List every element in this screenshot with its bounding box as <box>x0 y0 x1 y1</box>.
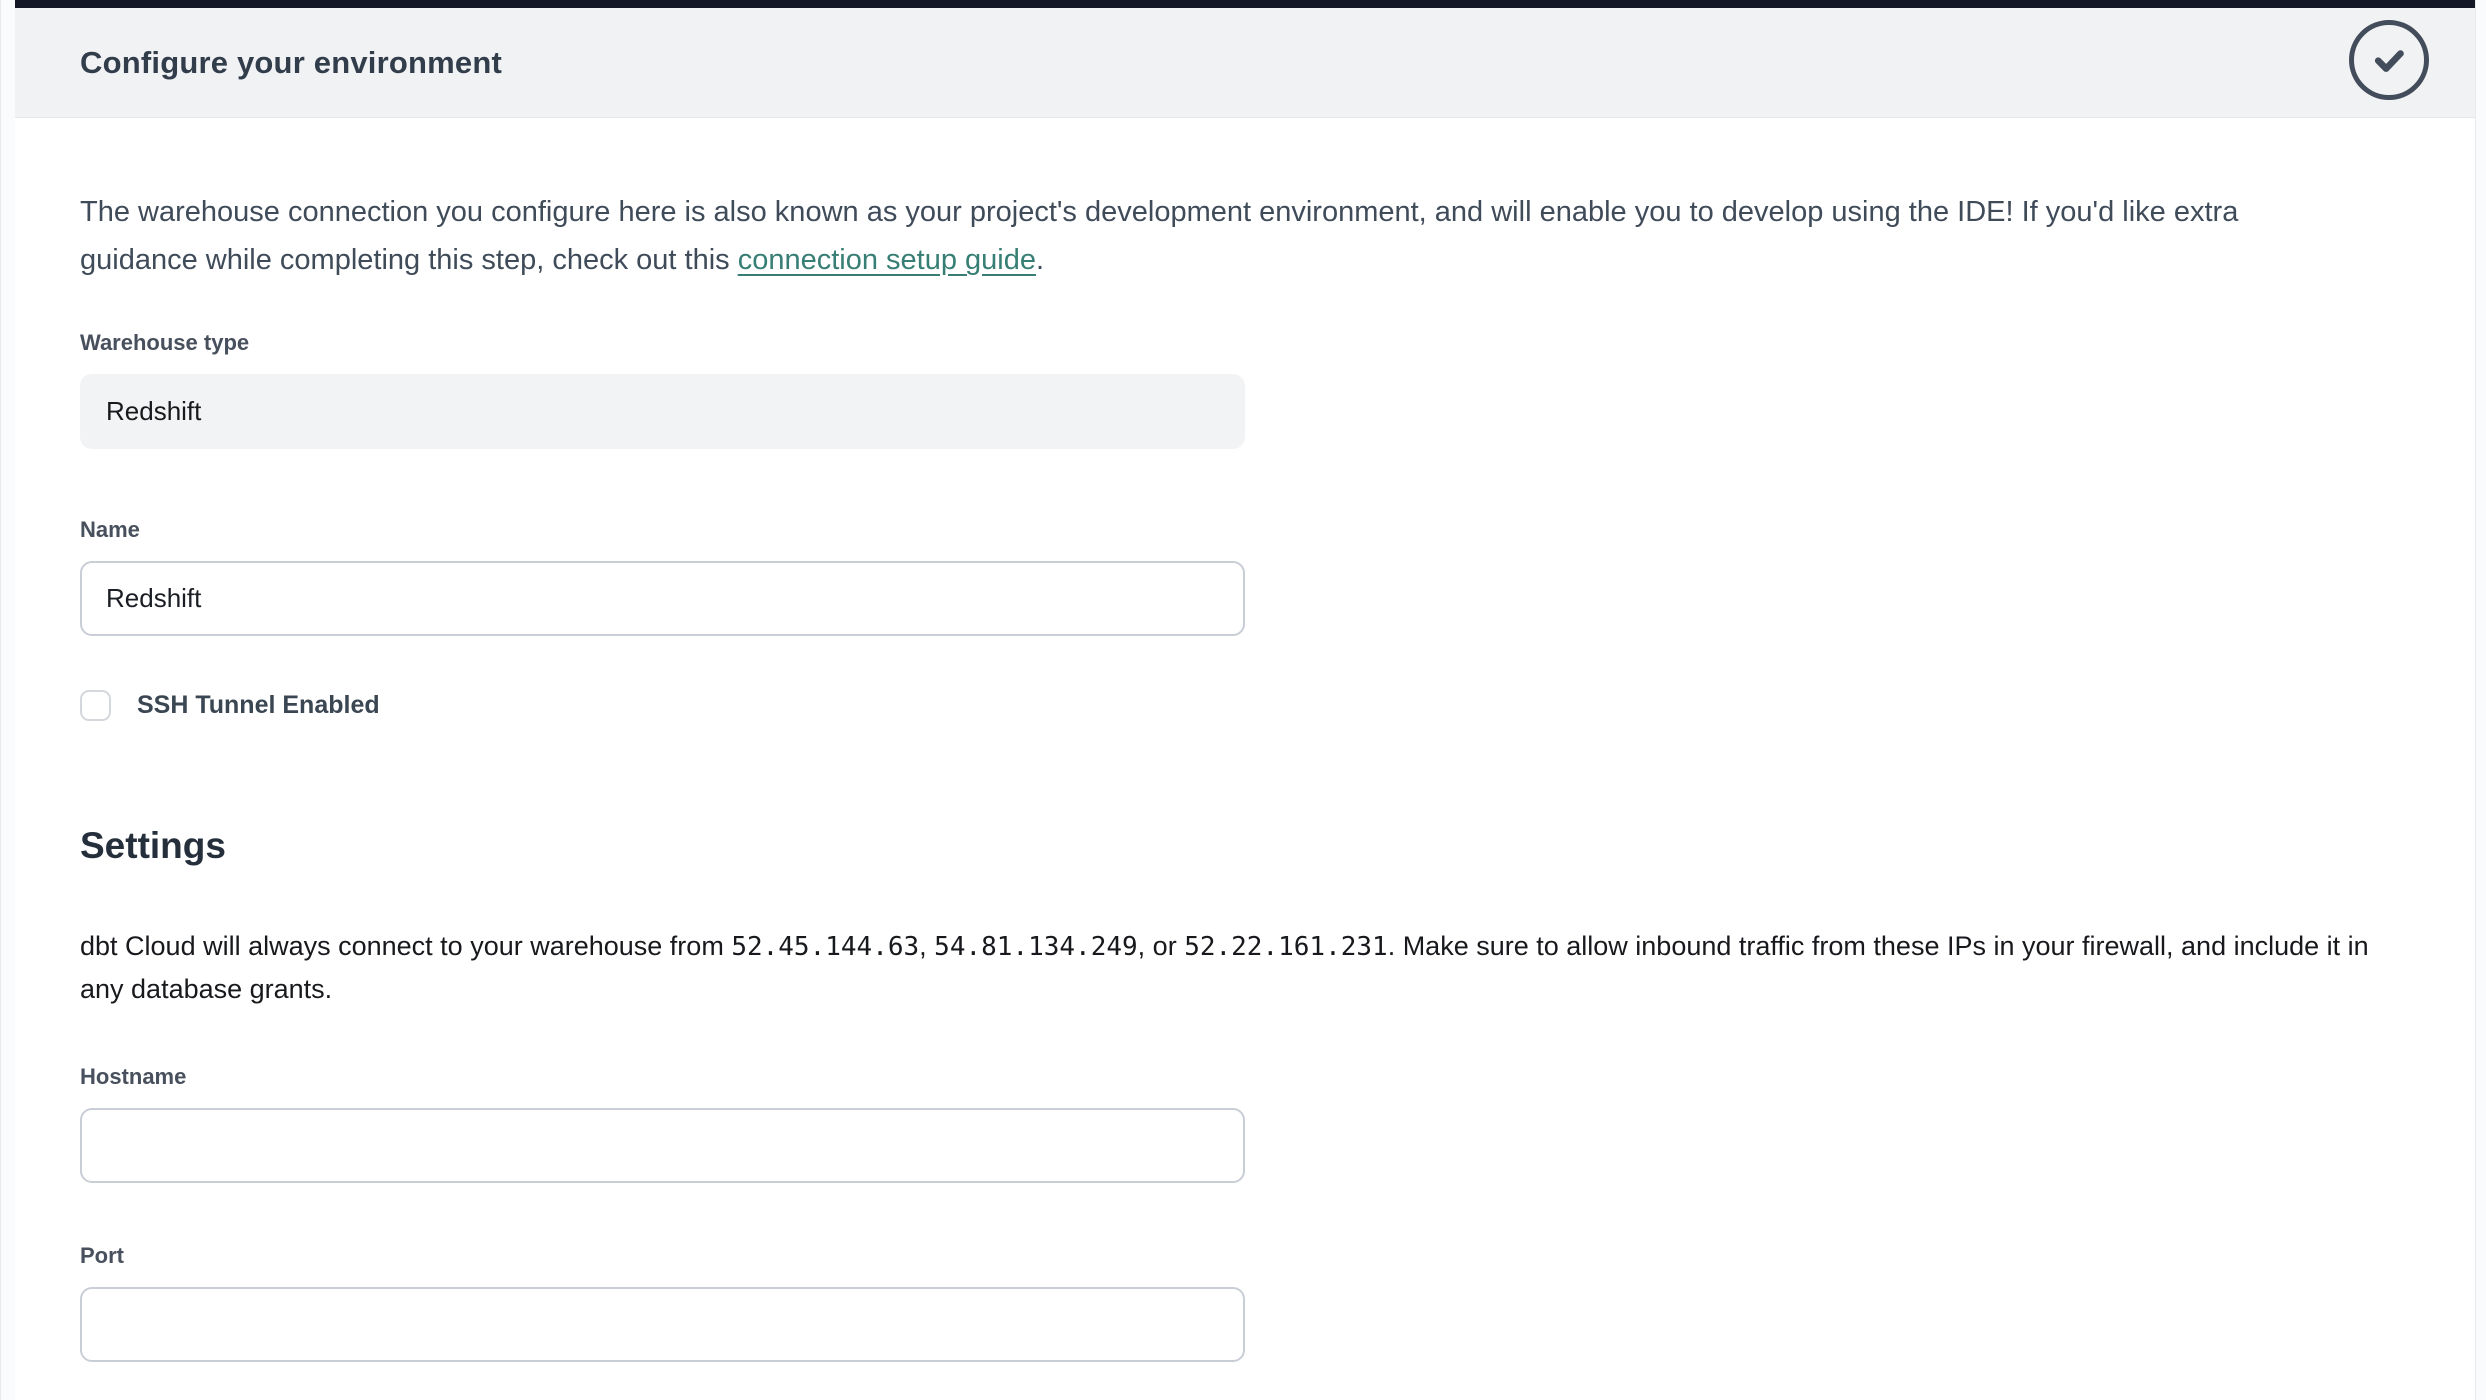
settings-description: dbt Cloud will always connect to your wa… <box>80 925 2400 1010</box>
configure-environment-card: Configure your environment The warehouse… <box>15 0 2476 1400</box>
ip-address-2: 54.81.134.249 <box>934 932 1138 962</box>
ip-address-1: 52.45.144.63 <box>731 932 919 962</box>
warehouse-type-value: Redshift <box>106 396 201 427</box>
name-input[interactable] <box>80 561 1245 636</box>
card-header: Configure your environment <box>15 8 2475 118</box>
port-input[interactable] <box>80 1287 1245 1362</box>
check-icon <box>2349 20 2429 100</box>
port-group: Port <box>80 1241 2475 1362</box>
ssh-tunnel-checkbox[interactable] <box>80 690 111 721</box>
intro-paragraph: The warehouse connection you configure h… <box>80 188 2350 284</box>
settings-text: , or <box>1138 931 1185 961</box>
settings-text: , <box>919 931 934 961</box>
hostname-input[interactable] <box>80 1108 1245 1183</box>
name-group: Name <box>80 515 2475 636</box>
form-content: The warehouse connection you configure h… <box>15 118 2475 1362</box>
intro-text-end: . <box>1036 244 1044 276</box>
settings-heading: Settings <box>80 823 2475 869</box>
ssh-tunnel-label: SSH Tunnel Enabled <box>137 691 380 720</box>
settings-text: dbt Cloud will always connect to your wa… <box>80 931 731 961</box>
hostname-group: Hostname <box>80 1062 2475 1183</box>
hostname-label: Hostname <box>80 1062 2475 1092</box>
intro-text: The warehouse connection you configure h… <box>80 196 2238 276</box>
warehouse-type-group: Warehouse type Redshift <box>80 328 2475 449</box>
ssh-tunnel-row: SSH Tunnel Enabled <box>80 690 2475 721</box>
connection-setup-guide-link[interactable]: connection setup guide <box>738 244 1036 276</box>
name-label: Name <box>80 515 2475 545</box>
port-label: Port <box>80 1241 2475 1271</box>
ip-address-3: 52.22.161.231 <box>1184 932 1388 962</box>
page-title: Configure your environment <box>80 45 502 81</box>
warehouse-type-field: Redshift <box>80 374 1245 449</box>
warehouse-type-label: Warehouse type <box>80 328 2475 358</box>
top-accent-bar <box>15 0 2475 8</box>
